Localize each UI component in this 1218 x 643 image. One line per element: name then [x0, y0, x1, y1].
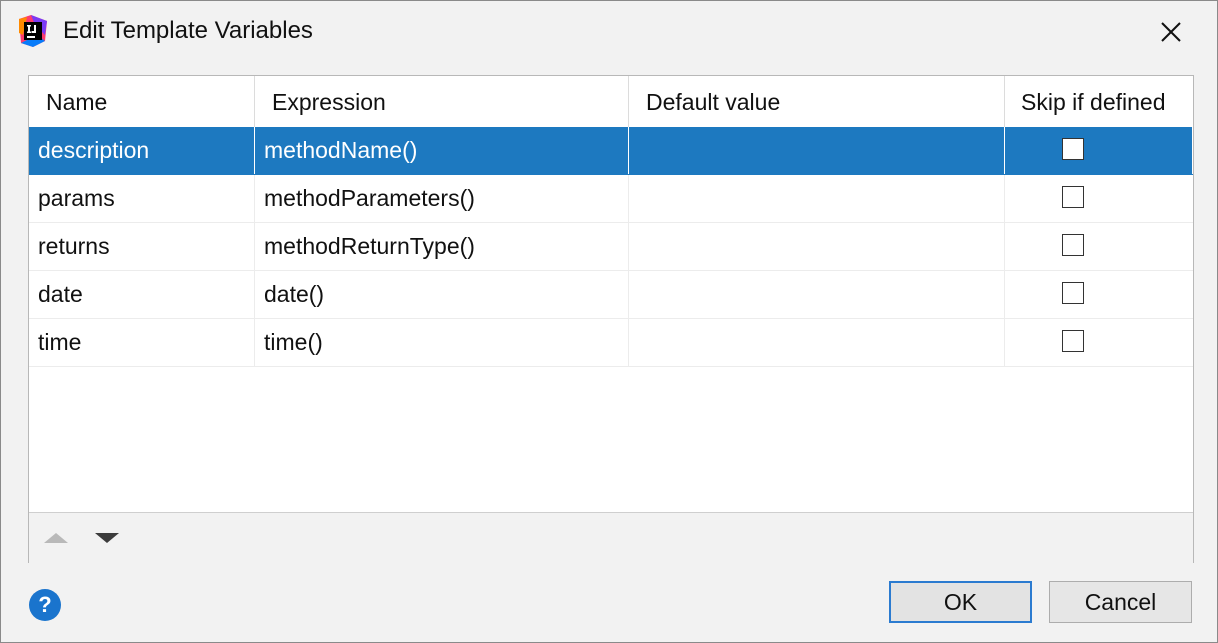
table-row[interactable]: time time() [29, 319, 1193, 367]
cell-expression[interactable]: methodName() [255, 127, 629, 174]
cell-name[interactable]: returns [29, 223, 255, 270]
dialog-title: Edit Template Variables [63, 17, 313, 44]
cell-name[interactable]: date [29, 271, 255, 318]
cancel-button[interactable]: Cancel [1049, 581, 1192, 623]
cell-name[interactable]: params [29, 175, 255, 222]
close-button[interactable] [1149, 11, 1193, 53]
cell-skip-if-defined [1005, 271, 1193, 318]
table-row[interactable]: params methodParameters() [29, 175, 1193, 223]
triangle-down-icon [95, 533, 119, 543]
help-button[interactable]: ? [29, 589, 61, 621]
cell-skip-if-defined [1005, 319, 1193, 366]
cell-default-value[interactable] [629, 319, 1005, 366]
cell-default-value[interactable] [629, 271, 1005, 318]
cell-skip-if-defined [1005, 175, 1193, 222]
table-row[interactable]: date date() [29, 271, 1193, 319]
skip-checkbox[interactable] [1062, 330, 1084, 352]
cell-default-value[interactable] [629, 175, 1005, 222]
cell-default-value[interactable] [629, 223, 1005, 270]
triangle-up-icon [44, 533, 68, 543]
table-header: Name Expression Default value Skip if de… [29, 76, 1193, 128]
cell-expression[interactable]: date() [255, 271, 629, 318]
skip-checkbox[interactable] [1062, 186, 1084, 208]
skip-checkbox[interactable] [1062, 138, 1084, 160]
cell-skip-if-defined [1005, 223, 1193, 270]
table-toolbar [29, 512, 1193, 563]
cell-expression[interactable]: methodReturnType() [255, 223, 629, 270]
cell-default-value[interactable] [629, 127, 1005, 174]
cell-expression[interactable]: time() [255, 319, 629, 366]
close-icon [1161, 22, 1181, 42]
title-bar: Edit Template Variables [1, 1, 1217, 63]
table-row[interactable]: returns methodReturnType() [29, 223, 1193, 271]
column-header-expression[interactable]: Expression [255, 76, 629, 127]
table-body: description methodName() params methodPa… [29, 127, 1193, 367]
ok-button[interactable]: OK [889, 581, 1032, 623]
table-row[interactable]: description methodName() [29, 127, 1193, 175]
column-header-skip-if-defined[interactable]: Skip if defined [1005, 76, 1193, 127]
cell-name[interactable]: description [29, 127, 255, 174]
column-header-default-value[interactable]: Default value [629, 76, 1005, 127]
skip-checkbox[interactable] [1062, 234, 1084, 256]
move-down-button[interactable] [94, 529, 120, 547]
dialog-window: Edit Template Variables Name Expression … [0, 0, 1218, 643]
cell-expression[interactable]: methodParameters() [255, 175, 629, 222]
skip-checkbox[interactable] [1062, 282, 1084, 304]
move-up-button[interactable] [43, 529, 69, 547]
cell-name[interactable]: time [29, 319, 255, 366]
column-header-name[interactable]: Name [29, 76, 255, 127]
variables-table: Name Expression Default value Skip if de… [28, 75, 1194, 563]
intellij-logo-icon [17, 15, 49, 47]
cell-skip-if-defined [1005, 127, 1193, 174]
